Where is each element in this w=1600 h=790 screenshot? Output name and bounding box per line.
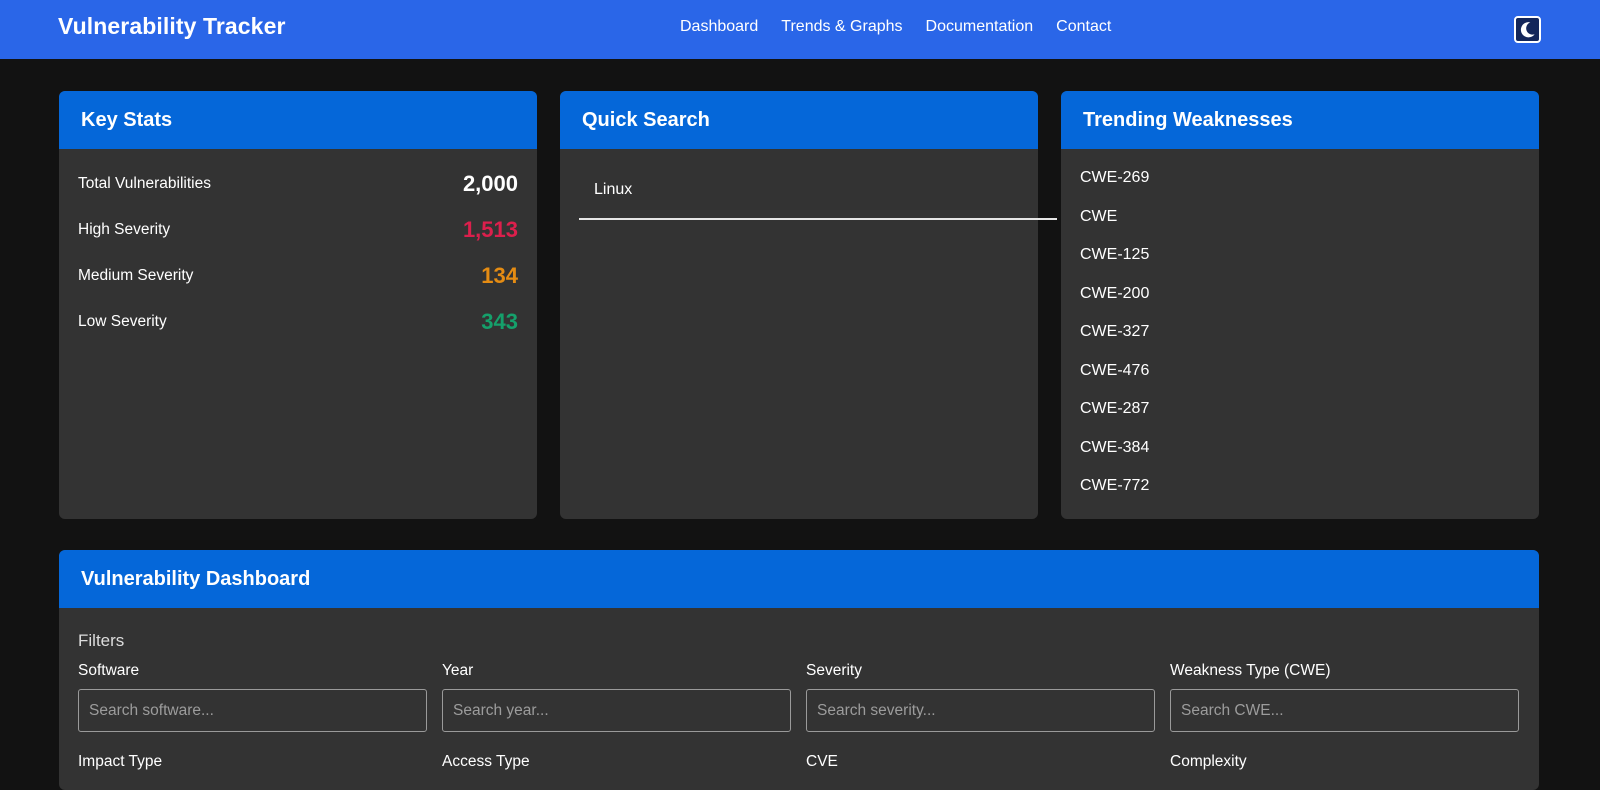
nav-links: Dashboard Trends & Graphs Documentation … <box>680 18 1134 36</box>
trending-item[interactable]: CWE-476 <box>1080 362 1149 380</box>
stat-value-low: 343 <box>481 309 518 334</box>
stat-row-medium: Medium Severity 134 <box>78 263 518 289</box>
severity-search-input[interactable] <box>806 689 1155 732</box>
trending-item[interactable]: CWE-125 <box>1080 246 1149 264</box>
key-stats-card: Key Stats Total Vulnerabilities 2,000 Hi… <box>59 91 537 519</box>
filter-label: CVE <box>806 753 838 770</box>
filter-cwe: Weakness Type (CWE) <box>1170 662 1519 732</box>
stat-label: Low Severity <box>78 313 167 330</box>
quick-search-input[interactable]: Linux <box>594 181 632 199</box>
trending-item[interactable]: CWE-269 <box>1080 169 1149 187</box>
vulnerability-dashboard-header: Vulnerability Dashboard <box>59 550 1539 608</box>
nav-link-contact[interactable]: Contact <box>1056 18 1111 36</box>
nav-link-trends-graphs[interactable]: Trends & Graphs <box>781 18 902 36</box>
nav-link-dashboard[interactable]: Dashboard <box>680 18 758 36</box>
quick-search-header: Quick Search <box>560 91 1038 149</box>
filter-label: Severity <box>806 662 862 679</box>
software-search-input[interactable] <box>78 689 427 732</box>
vulnerability-dashboard-card: Vulnerability Dashboard Filters Software… <box>59 550 1539 790</box>
cwe-search-input[interactable] <box>1170 689 1519 732</box>
trending-item[interactable]: CWE-200 <box>1080 285 1149 303</box>
theme-toggle-button[interactable] <box>1514 16 1541 43</box>
filter-label: Weakness Type (CWE) <box>1170 662 1331 679</box>
stat-label: High Severity <box>78 221 171 238</box>
stat-value-high: 1,513 <box>462 217 518 242</box>
key-stats-header: Key Stats <box>59 91 537 149</box>
stat-row-total: Total Vulnerabilities 2,000 <box>78 171 518 197</box>
trending-item[interactable]: CWE-287 <box>1080 400 1149 418</box>
top-navbar: Vulnerability Tracker Dashboard Trends &… <box>0 0 1600 59</box>
filters-title: Filters <box>78 631 125 650</box>
stat-value-medium: 134 <box>481 263 518 288</box>
stat-value-total: 2,000 <box>462 171 518 196</box>
trending-weaknesses-header: Trending Weaknesses <box>1061 91 1539 149</box>
trending-item[interactable]: CWE <box>1080 208 1117 226</box>
filter-label: Impact Type <box>78 753 163 770</box>
moon-icon <box>1520 22 1535 38</box>
stat-row-low: Low Severity 343 <box>78 309 518 335</box>
trending-weaknesses-card: Trending Weaknesses CWE-269 CWE CWE-125 … <box>1061 91 1539 519</box>
filter-year: Year <box>442 662 791 732</box>
stat-row-high: High Severity 1,513 <box>78 217 518 243</box>
trending-item[interactable]: CWE-772 <box>1080 477 1149 495</box>
trending-item[interactable]: CWE-384 <box>1080 439 1149 457</box>
filter-software: Software <box>78 662 427 732</box>
filter-severity: Severity <box>806 662 1155 732</box>
brand-title[interactable]: Vulnerability Tracker <box>58 13 286 40</box>
stat-label: Total Vulnerabilities <box>78 175 211 192</box>
filter-label: Access Type <box>442 753 530 770</box>
filter-label: Complexity <box>1170 753 1247 770</box>
year-search-input[interactable] <box>442 689 791 732</box>
stat-label: Medium Severity <box>78 267 194 284</box>
filter-label: Year <box>442 662 474 679</box>
filter-label: Software <box>78 662 140 679</box>
quick-search-card: Quick Search Linux <box>560 91 1057 519</box>
quick-search-underline <box>579 218 1057 220</box>
nav-link-documentation[interactable]: Documentation <box>926 18 1034 36</box>
trending-item[interactable]: CWE-327 <box>1080 323 1149 341</box>
